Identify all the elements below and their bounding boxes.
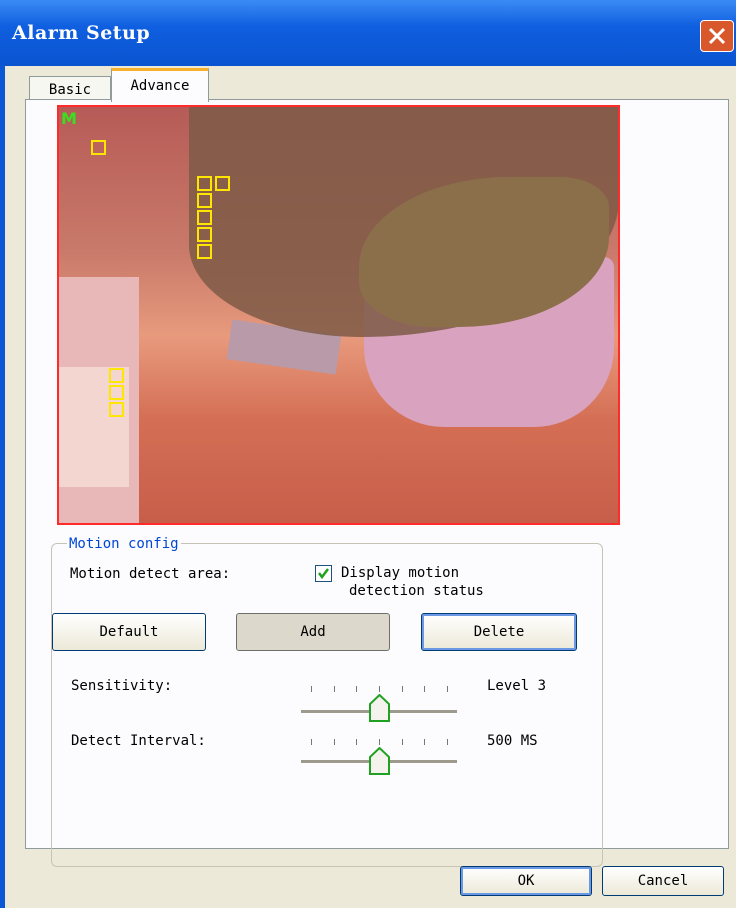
motion-area-cell[interactable] xyxy=(109,402,124,417)
ok-button[interactable]: OK xyxy=(460,866,592,896)
dialog-client: Basic Advance M Motion config Motion det… xyxy=(5,66,736,908)
slider-tick xyxy=(311,739,312,745)
slider-tick xyxy=(447,686,448,692)
tab-basic[interactable]: Basic xyxy=(29,76,111,100)
checkmark-icon xyxy=(318,568,329,580)
default-button[interactable]: Default xyxy=(52,613,206,651)
motion-area-cell[interactable] xyxy=(197,176,212,191)
motion-area-cell[interactable] xyxy=(109,385,124,400)
slider-tick xyxy=(379,686,380,692)
slider-tick xyxy=(356,739,358,745)
close-button[interactable] xyxy=(700,20,734,52)
motion-area-cell[interactable] xyxy=(197,193,212,208)
slider-tick xyxy=(333,739,335,745)
display-status-checkbox[interactable] xyxy=(315,565,332,582)
slider-tick xyxy=(333,686,335,692)
slider-tick xyxy=(379,739,380,745)
delete-button[interactable]: Delete xyxy=(421,613,577,651)
add-button[interactable]: Add xyxy=(236,613,390,651)
motion-area-cell[interactable] xyxy=(215,176,230,191)
detect-interval-label: Detect Interval: xyxy=(71,733,206,749)
slider-tick xyxy=(424,739,426,745)
motion-indicator-label: M xyxy=(61,109,77,128)
tab-advance[interactable]: Advance xyxy=(111,68,209,102)
title-bar: Alarm Setup xyxy=(0,0,736,66)
close-icon xyxy=(708,27,726,45)
motion-config-title: Motion config xyxy=(67,536,181,552)
motion-detect-area-label: Motion detect area: xyxy=(70,566,231,582)
slider-thumb[interactable] xyxy=(369,747,390,775)
window-title: Alarm Setup xyxy=(12,22,151,44)
detect-interval-value: 500 MS xyxy=(487,733,538,749)
motion-area-cell[interactable] xyxy=(109,368,124,383)
motion-config-group xyxy=(51,543,603,867)
slider-tick xyxy=(401,739,403,745)
sensitivity-value: Level 3 xyxy=(487,678,547,694)
camera-preview[interactable]: M xyxy=(57,105,620,525)
cancel-button[interactable]: Cancel xyxy=(602,866,724,896)
motion-area-cell[interactable] xyxy=(197,227,212,242)
slider-tick xyxy=(401,686,403,692)
motion-area-cell[interactable] xyxy=(197,244,212,259)
display-status-label: Display motion detection status xyxy=(341,565,484,599)
slider-tick xyxy=(356,686,358,692)
slider-tick xyxy=(424,686,426,692)
motion-area-cell[interactable] xyxy=(91,140,106,155)
alarm-setup-window: Alarm Setup Basic Advance M Motion confi… xyxy=(0,0,736,908)
slider-thumb[interactable] xyxy=(369,694,390,722)
sensitivity-label: Sensitivity: xyxy=(71,678,173,694)
motion-area-cell[interactable] xyxy=(197,210,212,225)
slider-tick xyxy=(447,739,448,745)
slider-tick xyxy=(311,686,312,692)
